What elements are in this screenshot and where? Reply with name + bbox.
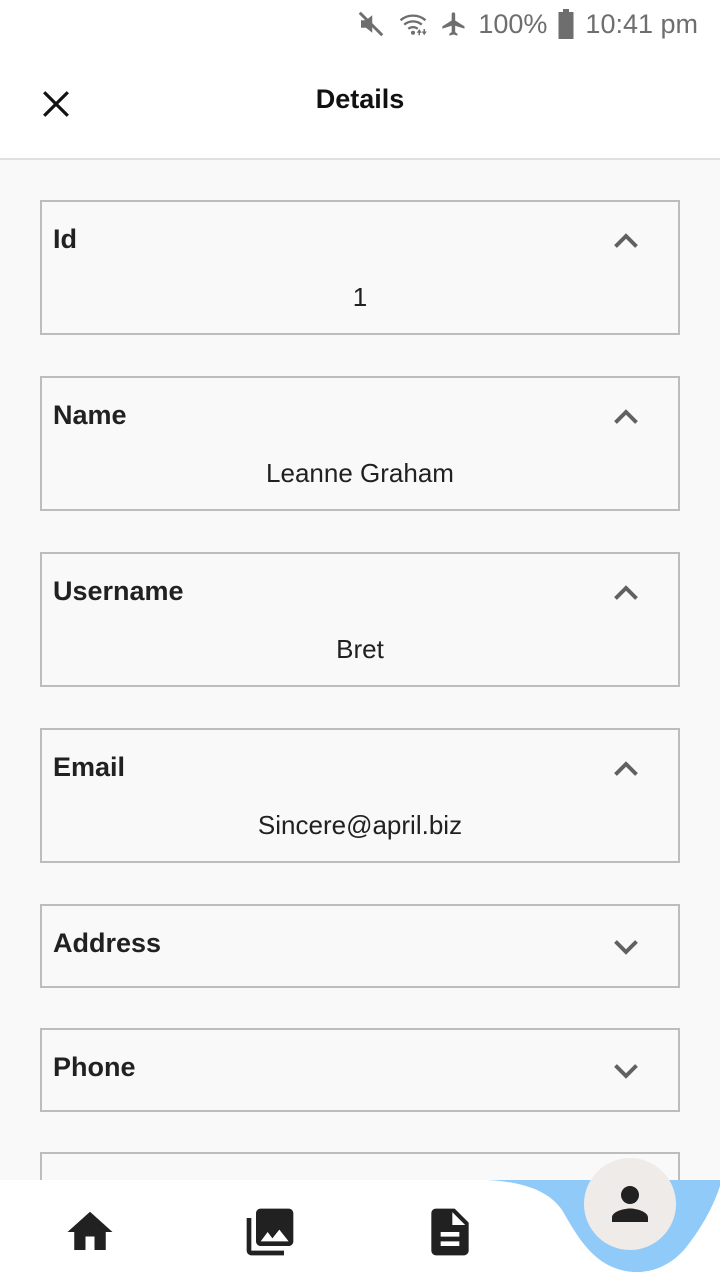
document-icon [431, 1208, 469, 1256]
panel-value: 1 [352, 282, 368, 312]
panel-header-username[interactable]: Username [42, 554, 678, 634]
chevron-up-icon[interactable] [608, 752, 644, 788]
panel-address: Address [40, 904, 680, 988]
nav-gallery[interactable] [242, 1204, 298, 1260]
panel-header-address[interactable]: Address [42, 906, 678, 986]
panel-label: Email [53, 752, 126, 782]
panel-label: Username [53, 576, 184, 606]
panel-phone: Phone [40, 1028, 680, 1112]
panel-email: Email Sincere@april.biz [40, 728, 680, 863]
details-list[interactable]: Id 1 Name Leanne Graham Username Bret Em… [0, 160, 720, 1180]
panel-header-name[interactable]: Name [42, 378, 678, 458]
photo-library-icon [246, 1208, 294, 1256]
mute-icon [359, 11, 384, 37]
person-icon [612, 1186, 648, 1222]
nav-documents[interactable] [422, 1204, 478, 1260]
panel-partial [40, 1152, 680, 1180]
page-title: Details [315, 84, 405, 114]
panel-header-id[interactable]: Id [42, 202, 678, 282]
chevron-up-icon[interactable] [608, 576, 644, 612]
panel-label: Id [53, 224, 77, 254]
panel-username: Username Bret [40, 552, 680, 687]
chevron-down-icon[interactable] [608, 1052, 644, 1088]
panel-value: Bret [336, 634, 384, 664]
panel-value: Sincere@april.biz [257, 810, 463, 840]
panel-value: Leanne Graham [266, 458, 454, 488]
chevron-down-icon[interactable] [608, 928, 644, 964]
wifi-icon [400, 14, 428, 36]
panel-label: Name [53, 400, 127, 430]
panel-label: Address [53, 928, 162, 958]
nav-home[interactable] [62, 1204, 118, 1260]
chevron-up-icon[interactable] [608, 224, 644, 260]
panel-header-phone[interactable]: Phone [42, 1030, 678, 1110]
airplane-icon [442, 12, 465, 36]
panel-name: Name Leanne Graham [40, 376, 680, 511]
clock: 10:41 pm [585, 8, 698, 39]
chevron-up-icon[interactable] [608, 400, 644, 436]
battery-icon [558, 9, 574, 39]
panel-header-email[interactable]: Email [42, 730, 678, 810]
app-bar: Details [0, 48, 720, 160]
status-icons: 100% 10:41 pm [356, 6, 698, 42]
panel-id: Id 1 [40, 200, 680, 335]
battery-percentage: 100% [478, 8, 548, 39]
status-bar: 100% 10:41 pm [0, 0, 720, 48]
home-icon [67, 1211, 113, 1250]
nav-profile[interactable] [584, 1158, 676, 1250]
panel-label: Phone [53, 1052, 136, 1082]
